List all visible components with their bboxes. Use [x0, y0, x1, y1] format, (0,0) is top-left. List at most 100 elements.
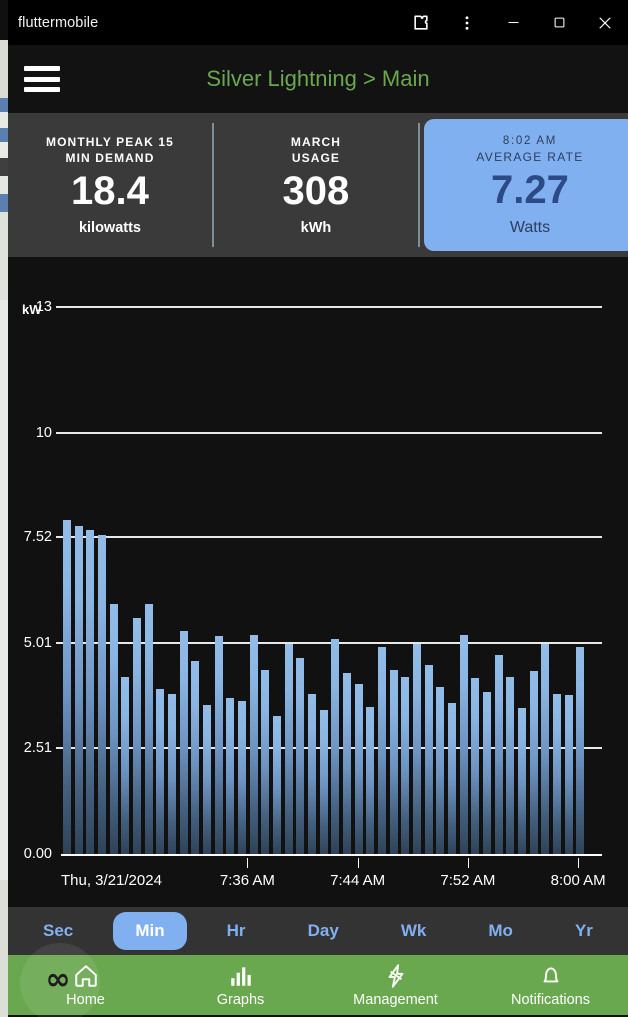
chart-bar[interactable] — [517, 707, 526, 855]
chart-bar[interactable] — [261, 669, 270, 855]
chart-y-tick-label: 7.52 — [23, 529, 52, 546]
chart-bar[interactable] — [541, 644, 550, 855]
chart-x-axis-line — [61, 854, 602, 856]
chart-bar[interactable] — [296, 657, 305, 855]
chart-bar[interactable] — [97, 534, 106, 855]
chart-bar[interactable] — [424, 664, 433, 855]
chart-bar[interactable] — [436, 686, 445, 855]
period-button-day[interactable]: Day — [286, 912, 361, 950]
chart-bar[interactable] — [459, 635, 468, 855]
nav-item-graphs[interactable]: Graphs — [163, 963, 318, 1008]
chart-bar[interactable] — [307, 694, 316, 855]
stat-divider — [417, 123, 420, 247]
chart-bar[interactable] — [249, 635, 258, 855]
chart-bar[interactable] — [389, 670, 398, 855]
period-button-hr[interactable]: Hr — [205, 912, 268, 950]
stat-caption-line2: MIN DEMAND — [65, 151, 155, 165]
hamburger-menu-icon[interactable] — [24, 66, 60, 92]
chart-bar[interactable] — [564, 694, 573, 855]
stat-caption-line2: AVERAGE RATE — [476, 150, 584, 164]
nav-item-home[interactable]: Home — [8, 963, 163, 1008]
chart-bar[interactable] — [412, 644, 421, 855]
chart-x-tick-label: 8:00 AM — [550, 872, 606, 889]
stat-unit: kilowatts — [78, 220, 141, 236]
maximize-button[interactable] — [536, 0, 582, 45]
stats-summary-bar: MONTHLY PEAK 15 MIN DEMAND 18.4 kilowatt… — [8, 113, 628, 257]
chart-bar[interactable] — [74, 525, 83, 855]
period-button-sec[interactable]: Sec — [21, 912, 95, 950]
close-button[interactable] — [582, 0, 628, 45]
period-button-yr[interactable]: Yr — [553, 912, 615, 950]
stat-value: 18.4 — [71, 169, 149, 213]
chart-bar[interactable] — [62, 520, 71, 855]
chart-bar[interactable] — [202, 704, 211, 855]
chart-bar[interactable] — [482, 692, 491, 855]
chart-bar[interactable] — [447, 702, 456, 855]
chart-y-tick-label: 5.01 — [23, 635, 52, 651]
chart-bar[interactable] — [191, 661, 200, 855]
chart-bar[interactable] — [179, 630, 188, 855]
bottom-navigation-bar: Home Graphs Management Notifications ∞ — [8, 943, 628, 1017]
hamburger-line — [24, 87, 60, 92]
stat-unit: kWh — [300, 220, 332, 236]
chart-bar[interactable] — [237, 700, 246, 855]
stat-card-average-rate[interactable]: 8:02 AM AVERAGE RATE 7.27 Watts — [423, 119, 628, 251]
stat-timestamp: 8:02 AM — [502, 135, 557, 147]
extensions-puzzle-icon[interactable] — [398, 0, 444, 45]
stat-value: 308 — [282, 169, 350, 213]
chart-bar[interactable] — [226, 697, 235, 855]
chart-bar[interactable] — [366, 706, 375, 855]
application-window: fluttermobile Silver Lightning > Main MO… — [8, 0, 628, 1017]
chart-bar[interactable] — [354, 683, 363, 855]
nav-label: Notifications — [511, 991, 590, 1008]
stat-caption-line2: USAGE — [291, 151, 341, 165]
chart-x-tick — [467, 858, 469, 868]
chart-plot-area — [61, 257, 586, 855]
chart-y-tick-label: 2.51 — [23, 740, 52, 757]
chart-bar[interactable] — [576, 647, 585, 855]
chart-bar[interactable] — [144, 603, 153, 855]
chart-bar[interactable] — [401, 676, 410, 855]
chart-bar[interactable] — [529, 670, 538, 855]
chart-bar[interactable] — [319, 709, 328, 855]
chart-x-tick — [247, 858, 249, 868]
chart-bar[interactable] — [471, 678, 480, 855]
chart-bar[interactable] — [86, 529, 95, 855]
chart-x-tick-label: 7:36 AM — [219, 872, 275, 889]
stat-card-monthly-peak-demand: MONTHLY PEAK 15 MIN DEMAND 18.4 kilowatt… — [8, 119, 212, 251]
chart-y-tick-label: 10 — [35, 424, 52, 441]
chart-bar[interactable] — [132, 617, 141, 855]
chart-bar[interactable] — [284, 643, 293, 855]
bar-chart-icon — [228, 963, 254, 989]
chart-bar[interactable] — [109, 604, 118, 855]
period-button-mo[interactable]: Mo — [466, 912, 535, 950]
chart-bar[interactable] — [214, 636, 223, 855]
chart-bar[interactable] — [272, 716, 281, 855]
minimize-button[interactable] — [490, 0, 536, 45]
chart-bar[interactable] — [331, 639, 340, 855]
period-button-wk[interactable]: Wk — [379, 912, 449, 950]
chart-x-tick-label: 7:52 AM — [440, 872, 496, 889]
chart-bar[interactable] — [156, 688, 165, 855]
bell-icon — [538, 963, 564, 989]
window-titlebar: fluttermobile — [8, 0, 628, 45]
chart-bar[interactable] — [342, 672, 351, 855]
nav-item-management[interactable]: Management — [318, 963, 473, 1008]
chart-x-tick-label: Thu, 3/21/2024 — [61, 872, 162, 889]
chart-y-tick-label: 0.00 — [23, 846, 52, 862]
chart-bar[interactable] — [552, 694, 561, 855]
stat-caption-line1: MARCH — [290, 135, 342, 149]
chart-bar[interactable] — [121, 677, 130, 855]
chart-bar[interactable] — [377, 647, 386, 855]
chart-x-tick-label: 7:44 AM — [330, 872, 386, 889]
chart-bar[interactable] — [494, 654, 503, 855]
nav-item-notifications[interactable]: Notifications — [473, 963, 628, 1008]
period-button-min[interactable]: Min — [113, 912, 187, 950]
stat-unit: Watts — [509, 219, 551, 236]
usage-bar-chart[interactable]: kW 0.00 2.51 5.01 7.52 10 13 Thu, 3/21/2024 7:… — [8, 257, 628, 907]
chart-bar[interactable] — [506, 677, 515, 855]
nav-label: Home — [66, 991, 105, 1008]
chart-bar[interactable] — [167, 694, 176, 855]
more-vertical-icon[interactable] — [444, 0, 490, 45]
app-bar: Silver Lightning > Main — [8, 45, 628, 113]
